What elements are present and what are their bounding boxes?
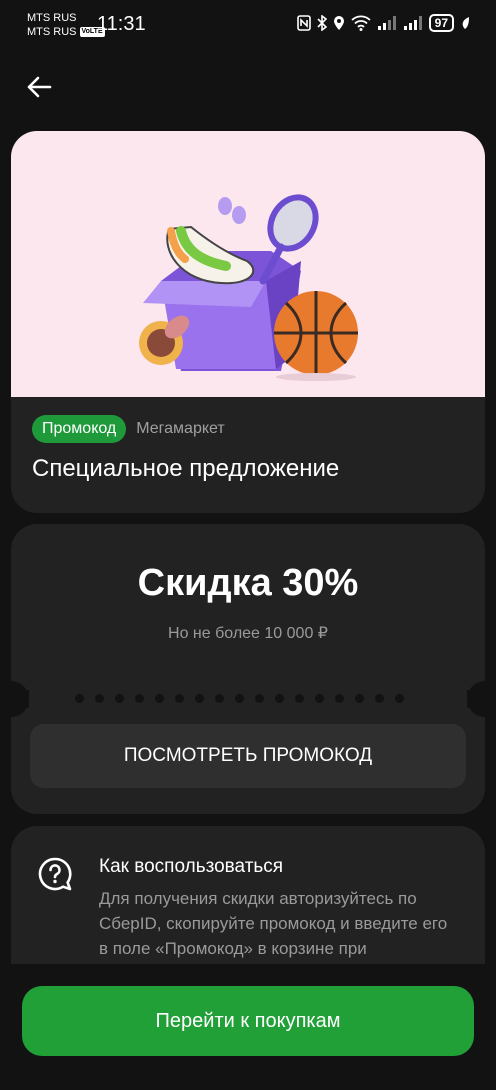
offer-title: Специальное предложение xyxy=(32,455,340,482)
clock: 11:31 xyxy=(97,13,146,35)
carrier-1: MTS RUS xyxy=(27,12,77,24)
wifi-icon xyxy=(351,15,371,31)
perforation-dot xyxy=(75,694,84,703)
arrow-left-icon xyxy=(27,76,52,98)
perforation-dot xyxy=(235,694,244,703)
perforation-dot xyxy=(175,694,184,703)
perforation-dot xyxy=(355,694,364,703)
perforation-dot xyxy=(395,694,404,703)
ticket-top xyxy=(11,524,485,690)
howto-title: Как воспользоваться xyxy=(99,856,284,877)
discount-limit: Но не более 10 000 ₽ xyxy=(168,625,328,642)
battery-indicator: 97 xyxy=(428,14,454,32)
carrier-2: MTS RUS xyxy=(27,26,77,38)
offer-meta: Промокод Мегамаркет xyxy=(32,415,225,443)
perforation-dot xyxy=(275,694,284,703)
perforation-dot xyxy=(195,694,204,703)
promo-badge: Промокод xyxy=(32,415,127,443)
brand-name: Мегамаркет xyxy=(136,420,225,437)
discount-headline: Скидка 30% xyxy=(137,562,359,604)
ticket-perforation xyxy=(75,694,404,703)
perforation-dot xyxy=(215,694,224,703)
perforation-dot xyxy=(95,694,104,703)
go-to-shopping-button[interactable]: Перейти к покупкам xyxy=(22,986,474,1056)
back-button[interactable] xyxy=(22,72,56,102)
ticket-notch-right xyxy=(467,681,496,717)
status-icons: 97 xyxy=(296,14,470,32)
perforation-dot xyxy=(295,694,304,703)
perforation-dot xyxy=(315,694,324,703)
bluetooth-icon xyxy=(317,15,327,31)
perforation-dot xyxy=(155,694,164,703)
offer-hero-image xyxy=(11,131,485,397)
location-icon xyxy=(333,16,344,30)
offer-card: Промокод Мегамаркет Специальное предложе… xyxy=(11,131,485,513)
perforation-dot xyxy=(255,694,264,703)
perforation-dot xyxy=(135,694,144,703)
perforation-dot xyxy=(115,694,124,703)
status-bar: MTS RUS MTS RUS VoLTE 11:31 97 xyxy=(0,0,496,48)
discount-ticket: Скидка 30% Но не более 10 000 ₽ ПОСМОТРЕ… xyxy=(0,524,496,814)
signal-icon xyxy=(377,16,396,30)
carrier-info: MTS RUS MTS RUS VoLTE xyxy=(27,11,105,39)
perforation-dot xyxy=(375,694,384,703)
perforation-dot xyxy=(335,694,344,703)
question-bubble-icon xyxy=(38,857,72,891)
show-promocode-button[interactable]: ПОСМОТРЕТЬ ПРОМОКОД xyxy=(30,724,466,788)
nfc-icon xyxy=(296,15,311,31)
leaf-icon xyxy=(462,17,469,29)
signal-icon-2 xyxy=(403,16,422,30)
gift-box-illustration xyxy=(139,194,358,381)
